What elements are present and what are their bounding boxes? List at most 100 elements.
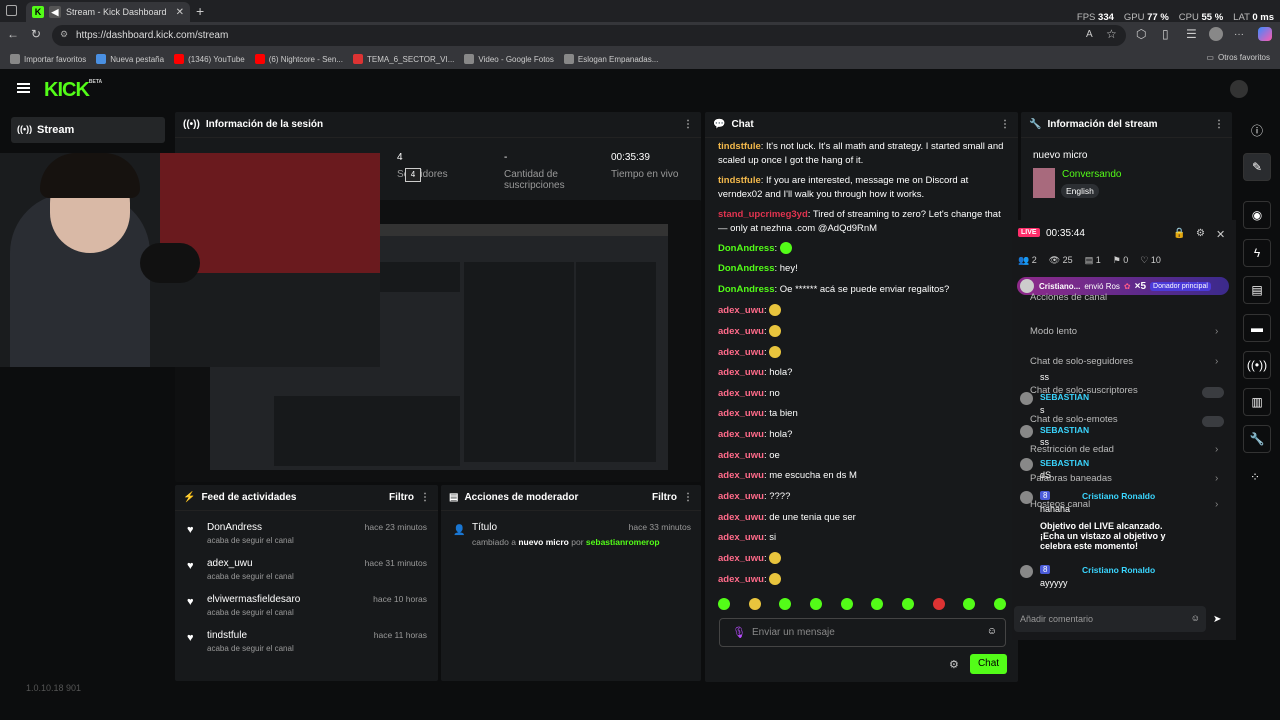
overlay-setting[interactable]: Acciones de canal bbox=[1030, 292, 1107, 303]
split-screen-icon[interactable]: ▯ bbox=[1162, 27, 1169, 41]
send-chat-button[interactable]: Chat bbox=[970, 654, 1007, 674]
chat-username[interactable]: adex_uwu bbox=[718, 491, 764, 502]
chat-settings-icon[interactable]: ⚙ bbox=[949, 658, 959, 671]
feed-item[interactable]: ♥ elviwermasfieldesaro acaba de seguir el … bbox=[187, 594, 427, 628]
emoji-icon[interactable]: ☺ bbox=[1191, 613, 1200, 623]
chat-username[interactable]: adex_uwu bbox=[718, 450, 764, 461]
bookmark-item[interactable]: (1346) YouTube bbox=[174, 54, 245, 64]
mod-filter-button[interactable]: Filtro bbox=[652, 492, 677, 503]
feed-filter-button[interactable]: Filtro bbox=[389, 492, 414, 503]
mod-menu-icon[interactable]: ⋮ bbox=[683, 492, 693, 503]
chat-username[interactable]: adex_uwu bbox=[718, 326, 764, 337]
reload-icon[interactable]: ↻ bbox=[31, 27, 41, 41]
apps-icon[interactable]: ⁘ bbox=[1250, 470, 1260, 484]
layout-icon[interactable]: ▥ bbox=[1243, 388, 1271, 416]
lock-icon[interactable]: 🔒 bbox=[1173, 228, 1185, 239]
read-aloud-icon[interactable]: A bbox=[1086, 29, 1093, 40]
close-icon[interactable]: ✕ bbox=[1216, 228, 1225, 241]
chat-username[interactable]: DonAndress bbox=[718, 243, 774, 254]
add-comment-input[interactable]: Añadir comentario ☺ bbox=[1014, 606, 1206, 632]
chat-username[interactable]: tindstfule bbox=[718, 141, 761, 152]
extensions-icon[interactable]: ⬡ bbox=[1136, 27, 1146, 41]
emote-icon[interactable] bbox=[718, 598, 730, 610]
chevron-right-icon[interactable]: › bbox=[1215, 444, 1218, 455]
chat-username[interactable]: DonAndress bbox=[718, 263, 774, 274]
bookmark-item[interactable]: Importar favoritos bbox=[10, 54, 86, 64]
emote-icon[interactable] bbox=[748, 598, 761, 610]
chat-username[interactable]: DonAndress bbox=[718, 284, 774, 295]
emote-icon[interactable] bbox=[779, 598, 792, 610]
commenter-name[interactable]: Cristiano Ronaldo bbox=[1082, 491, 1155, 501]
chat-username[interactable]: adex_uwu bbox=[718, 305, 764, 316]
emote-icon[interactable] bbox=[932, 598, 945, 610]
site-info-icon[interactable]: ⚙ bbox=[60, 29, 68, 40]
favorite-star-icon[interactable]: ☆ bbox=[1106, 27, 1117, 41]
chat-username[interactable]: adex_uwu bbox=[718, 408, 764, 419]
emote-icon[interactable] bbox=[871, 598, 884, 610]
document-icon[interactable]: ▤ bbox=[1243, 276, 1271, 304]
feed-item[interactable]: ♥ adex_uwu acaba de seguir el canal hace 31… bbox=[187, 558, 427, 592]
feed-item[interactable]: ♥ DonAndress acaba de seguir el canal hace … bbox=[187, 522, 427, 556]
chat-username[interactable]: adex_uwu bbox=[718, 512, 764, 523]
chat-username[interactable]: adex_uwu bbox=[718, 347, 764, 358]
nav-item-stream[interactable]: ((•)) Stream bbox=[11, 117, 165, 143]
emote-icon[interactable] bbox=[809, 598, 822, 610]
emote-icon[interactable] bbox=[840, 598, 853, 610]
chat-username[interactable]: adex_uwu bbox=[718, 470, 764, 481]
chat-username[interactable]: adex_uwu bbox=[718, 388, 764, 399]
back-icon[interactable]: ← bbox=[7, 27, 19, 41]
chevron-right-icon[interactable]: › bbox=[1215, 499, 1218, 510]
edit-icon[interactable]: ✎ bbox=[1243, 153, 1271, 181]
lightning-icon[interactable]: ϟ bbox=[1243, 239, 1271, 267]
commenter-name[interactable]: Cristiano Ronaldo bbox=[1082, 565, 1155, 575]
emote-icon[interactable] bbox=[963, 598, 976, 610]
speaker-icon[interactable]: ◀ bbox=[49, 6, 61, 18]
copilot-icon[interactable] bbox=[1258, 27, 1272, 41]
info-icon[interactable]: ⓘ bbox=[1251, 122, 1263, 139]
commenter-name[interactable]: SEBASTIAN bbox=[1040, 425, 1089, 435]
chat-username[interactable]: tindstfule bbox=[718, 175, 761, 186]
emote-icon[interactable] bbox=[901, 598, 914, 610]
camera-icon[interactable]: ◉ bbox=[1243, 201, 1271, 229]
send-icon[interactable]: ➤ bbox=[1213, 614, 1221, 625]
overlay-setting[interactable]: Chat de solo-emotes bbox=[1030, 414, 1118, 425]
stream-category[interactable]: Conversando bbox=[1062, 169, 1121, 180]
chat-username[interactable]: adex_uwu bbox=[718, 553, 764, 564]
emoji-icon[interactable]: ☺ bbox=[987, 626, 997, 637]
toggle-switch[interactable] bbox=[1202, 387, 1224, 398]
close-tab-icon[interactable]: ✕ bbox=[176, 7, 184, 18]
favorites-icon[interactable]: ☰ bbox=[1186, 27, 1197, 41]
chat-username[interactable]: adex_uwu bbox=[718, 532, 764, 543]
chat-username[interactable]: adex_uwu bbox=[718, 367, 764, 378]
settings-icon[interactable]: ⚙ bbox=[1196, 228, 1205, 239]
browser-tab[interactable]: K ◀ Stream - Kick Dashboard ✕ bbox=[26, 2, 190, 22]
chat-icon[interactable]: ▬ bbox=[1243, 314, 1271, 342]
feed-menu-icon[interactable]: ⋮ bbox=[420, 492, 430, 503]
commenter-name[interactable]: SEBASTIAN bbox=[1040, 392, 1089, 402]
tab-actions-icon[interactable] bbox=[6, 5, 17, 16]
chat-username[interactable]: adex_uwu bbox=[718, 429, 764, 440]
chevron-right-icon[interactable]: › bbox=[1215, 326, 1218, 337]
tools-icon[interactable]: 🔧 bbox=[1243, 425, 1271, 453]
overlay-setting[interactable]: Modo lento bbox=[1030, 326, 1077, 337]
bookmark-item[interactable]: Video - Google Fotos bbox=[464, 54, 554, 64]
chat-message-input[interactable]: 🎙 Enviar un mensaje ☺ bbox=[719, 618, 1006, 647]
bookmark-item[interactable]: TEMA_6_SECTOR_VI... bbox=[352, 54, 454, 64]
bookmark-item[interactable]: Eslogan Empanadas... bbox=[563, 54, 658, 64]
chevron-right-icon[interactable]: › bbox=[1215, 473, 1218, 484]
profile-avatar[interactable] bbox=[1209, 27, 1223, 41]
url-field[interactable]: ⚙ https://dashboard.kick.com/stream bbox=[52, 25, 1126, 46]
chat-menu-icon[interactable]: ⋮ bbox=[1000, 119, 1010, 130]
bookmark-item[interactable]: Nueva pestaña bbox=[96, 54, 164, 64]
chevron-right-icon[interactable]: › bbox=[1215, 356, 1218, 367]
menu-icon[interactable] bbox=[17, 83, 30, 93]
other-bookmarks[interactable]: ▭ Otros favoritos bbox=[1206, 53, 1270, 62]
feed-item[interactable]: ♥ tindstfule acaba de seguir el canal hace … bbox=[187, 630, 427, 664]
chat-username[interactable]: stand_upcrimeg3yd bbox=[718, 209, 808, 220]
stream-info-menu-icon[interactable]: ⋮ bbox=[1214, 119, 1224, 130]
overlay-setting[interactable]: Chat de solo-seguidores bbox=[1030, 356, 1133, 367]
user-avatar[interactable] bbox=[1230, 80, 1248, 98]
commenter-name[interactable]: SEBASTIAN bbox=[1040, 458, 1089, 468]
session-menu-icon[interactable]: ⋮ bbox=[683, 119, 693, 130]
microphone-icon[interactable]: 🎙 bbox=[732, 626, 746, 639]
